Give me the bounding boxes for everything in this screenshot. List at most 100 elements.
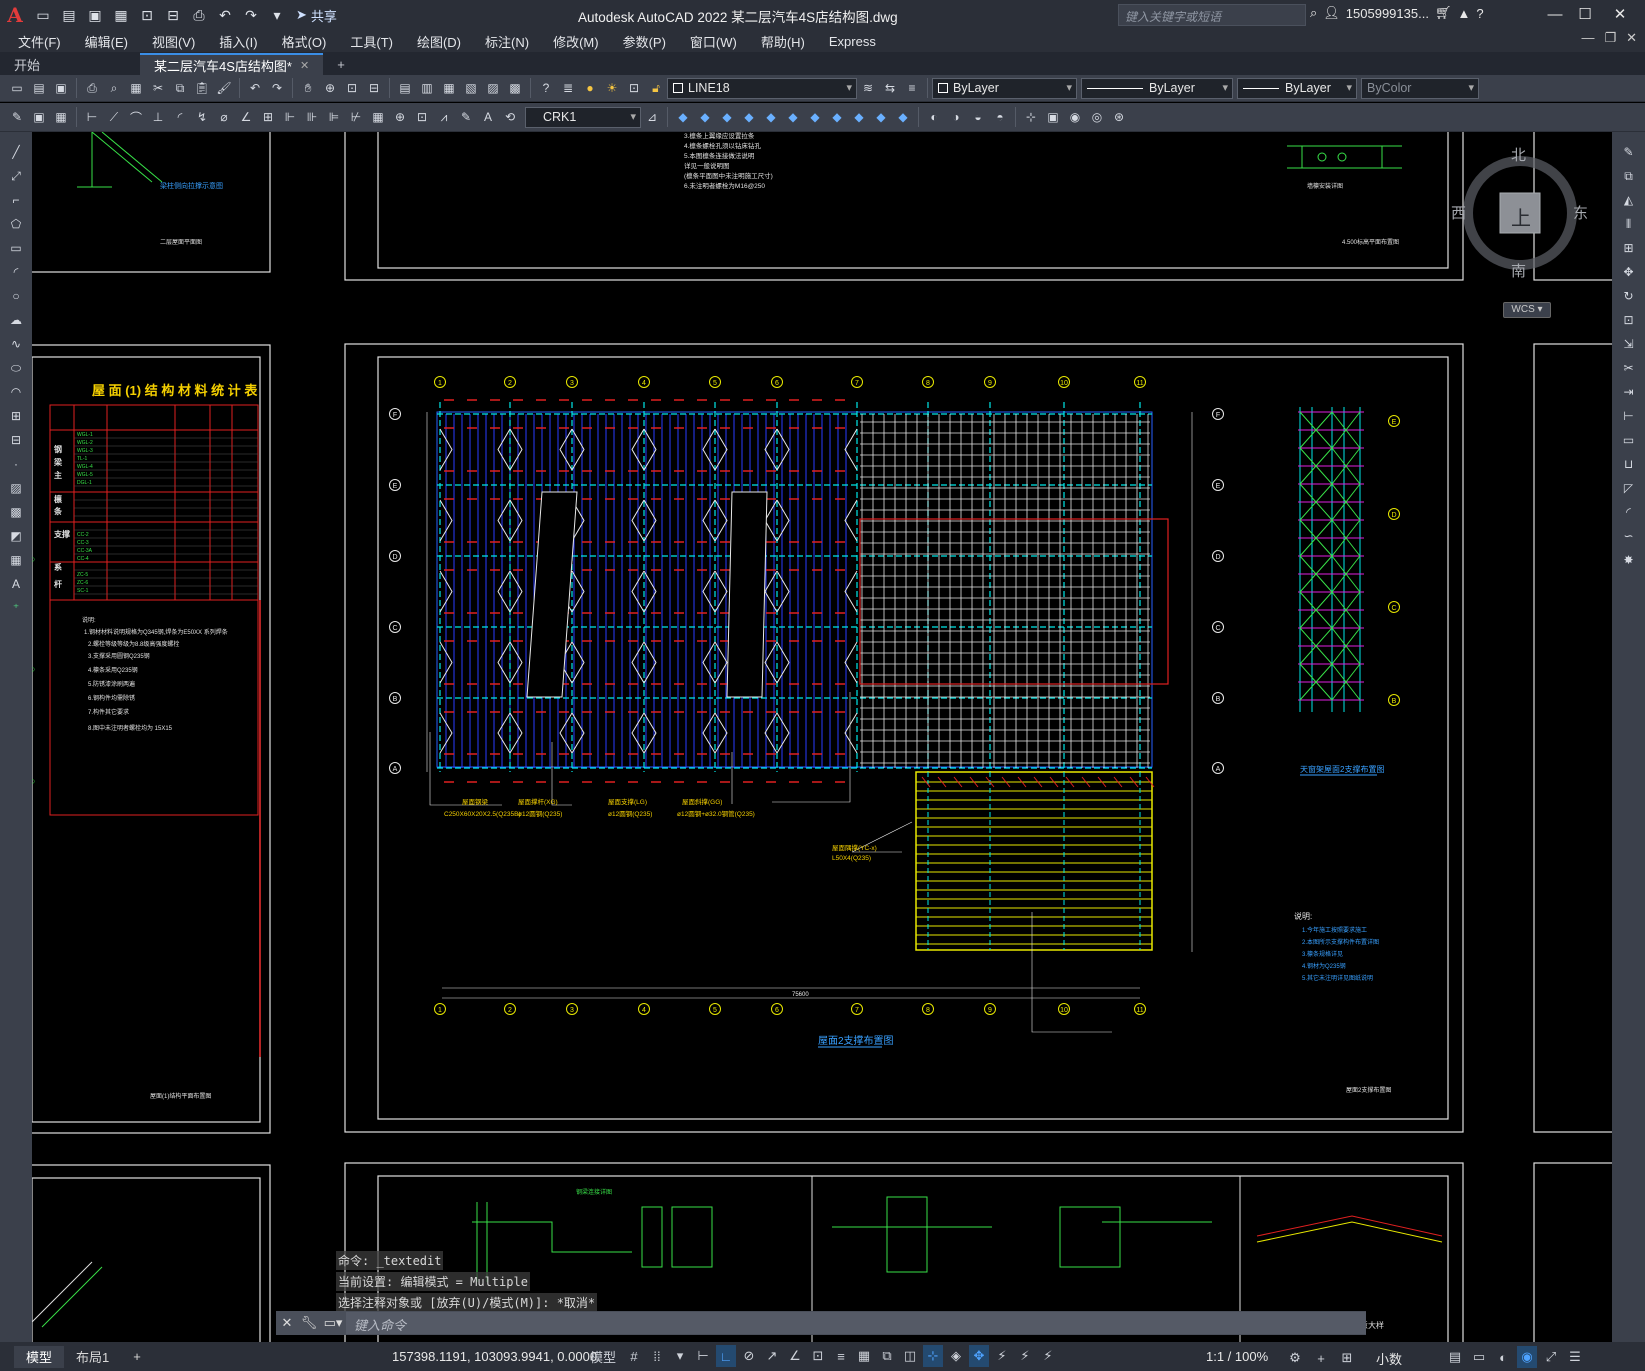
cut-icon[interactable]: ✂ [148, 78, 168, 98]
customize-qat-icon[interactable]: ▾ [266, 4, 288, 26]
menu-modify[interactable]: 修改(M) [553, 32, 599, 51]
revolve-icon[interactable]: ◆ [761, 107, 781, 127]
block-icon[interactable]: ▣ [29, 107, 49, 127]
edit-icon[interactable]: ✎ [7, 107, 27, 127]
fillet-icon[interactable]: ◜ [1619, 502, 1639, 522]
break-point-icon[interactable]: ⊢ [1619, 406, 1639, 426]
selection-filter-icon[interactable]: ◈ [946, 1345, 966, 1367]
close-icon[interactable]: ✕ [1605, 3, 1635, 27]
doc-close-icon[interactable]: ✕ [1626, 30, 1637, 46]
tool-palettes-icon[interactable]: ▦ [439, 78, 459, 98]
offset-icon[interactable]: ⫴ [1619, 214, 1639, 234]
menu-help[interactable]: 帮助(H) [761, 32, 805, 51]
make-current-icon[interactable]: ≋ [858, 78, 878, 98]
polygon-icon[interactable]: ⬠ [6, 214, 26, 234]
hatch-icon[interactable]: ▨ [6, 478, 26, 498]
menu-edit[interactable]: 编辑(E) [85, 32, 128, 51]
3d-osnap-icon[interactable]: ◫ [900, 1345, 920, 1367]
tab-close-icon[interactable]: ✕ [300, 59, 309, 72]
inspection-icon[interactable]: ⊡ [412, 107, 432, 127]
markup-icon[interactable]: ▨ [483, 78, 503, 98]
layer-walk-icon[interactable]: ▦ [51, 107, 71, 127]
menu-parameters[interactable]: 参数(P) [623, 32, 666, 51]
viewcube-top-face[interactable]: 上 [1511, 202, 1531, 231]
user-account[interactable]: ⌕ 👤︎ 1505999135... 🛒︎ ▲ ? [1310, 5, 1484, 21]
dim-text-edit-icon[interactable]: A [478, 107, 498, 127]
snap-icon[interactable]: ⁞⁞ [647, 1345, 667, 1367]
menu-tools[interactable]: 工具(T) [350, 32, 393, 51]
dim-edit-icon[interactable]: ✎ [456, 107, 476, 127]
match-prop-icon[interactable]: 🖌︎ [214, 78, 234, 98]
dim-baseline-icon[interactable]: ⊩ [280, 107, 300, 127]
customize-status-icon[interactable]: ☰ [1565, 1346, 1585, 1368]
paste-icon[interactable]: 📋︎ [192, 78, 212, 98]
layer-lock-icon[interactable]: 🔓︎ [646, 78, 666, 98]
lock-ui-icon[interactable]: ▭ [1469, 1346, 1489, 1368]
dim-ordinate-icon[interactable]: ⊥ [148, 107, 168, 127]
minimize-icon[interactable]: — [1540, 3, 1570, 27]
table-icon[interactable]: ▦ [6, 550, 26, 570]
trim-icon[interactable]: ✂ [1619, 358, 1639, 378]
color-select[interactable]: ByLayer [932, 77, 1077, 99]
make-block-icon[interactable]: ⊟ [6, 430, 26, 450]
doc-restore-icon[interactable]: ❐ [1604, 30, 1616, 46]
lineweight-select[interactable]: ByLayer [1237, 77, 1357, 99]
jogged-linear-icon[interactable]: ⩘ [434, 107, 454, 127]
gizmo-icon[interactable]: ✥ [969, 1345, 989, 1367]
zoom-realtime-icon[interactable]: ⊕ [320, 78, 340, 98]
view-icon[interactable]: ▣ [1043, 107, 1063, 127]
construction-line-icon[interactable]: ⤢ [6, 166, 26, 186]
annotation-visibility-icon[interactable]: ⚡︎ [992, 1345, 1012, 1367]
plot-icon[interactable]: ⎙ [82, 78, 102, 98]
mirror-icon[interactable]: ◭ [1619, 190, 1639, 210]
tolerance-icon[interactable]: ▦ [368, 107, 388, 127]
array-icon[interactable]: ⊞ [1619, 238, 1639, 258]
zoom-window-icon[interactable]: ⊡ [342, 78, 362, 98]
wedge-icon[interactable]: ◆ [717, 107, 737, 127]
maximize-icon[interactable]: ☐ [1570, 3, 1600, 27]
dim-break-icon[interactable]: ⊬ [346, 107, 366, 127]
rectangle-icon[interactable]: ▭ [6, 238, 26, 258]
dim-angular-icon[interactable]: ∠ [236, 107, 256, 127]
clean-screen-icon[interactable]: ⤢ [1541, 1346, 1561, 1368]
ellipse-arc-icon[interactable]: ◠ [6, 382, 26, 402]
ellipse-icon[interactable]: ⬭ [6, 358, 26, 378]
dim-space-icon[interactable]: ⊫ [324, 107, 344, 127]
materials-icon[interactable]: ◓ [990, 107, 1010, 127]
gradient-icon[interactable]: ▩ [6, 502, 26, 522]
search-icon[interactable]: ⌕ [1310, 5, 1317, 21]
union-icon[interactable]: ◆ [783, 107, 803, 127]
hardware-accel-icon[interactable]: ◉ [1517, 1346, 1537, 1368]
preview-icon[interactable]: ⌕ [104, 78, 124, 98]
camera-icon[interactable]: ◎ [1087, 107, 1107, 127]
intersect-icon[interactable]: ◆ [827, 107, 847, 127]
render-icon[interactable]: ◒ [968, 107, 988, 127]
isodraft-icon[interactable]: ↗ [762, 1345, 782, 1367]
new-tab-button[interactable]: + [323, 53, 359, 75]
line-icon[interactable]: ╱ [6, 142, 26, 162]
annotation-monitor-icon[interactable]: + [1311, 1347, 1331, 1369]
undo-icon[interactable]: ↶ [245, 78, 265, 98]
auto-scale-icon[interactable]: ⚡︎ [1015, 1345, 1035, 1367]
publish-icon[interactable]: ▦ [126, 78, 146, 98]
center-mark-icon[interactable]: ⊕ [390, 107, 410, 127]
multiline-text-icon[interactable]: A [6, 574, 26, 594]
object-snap-icon[interactable]: ⊡ [808, 1345, 828, 1367]
workspace-gear-icon[interactable]: ⚙ [1285, 1347, 1305, 1369]
copy-icon[interactable]: ⧉ [170, 78, 190, 98]
menu-format[interactable]: 格式(O) [282, 32, 327, 51]
compass-north[interactable]: 北 [1511, 144, 1526, 165]
box-icon[interactable]: ◆ [673, 107, 693, 127]
dim-update-icon[interactable]: ⟲ [500, 107, 520, 127]
zoom-previous-icon[interactable]: ⊟ [364, 78, 384, 98]
cursor-coordinates[interactable]: 157398.1191, 103093.9941, 0.0000 [392, 1349, 597, 1364]
explode-icon[interactable]: ✸ [1619, 550, 1639, 570]
scale-icon[interactable]: ⊡ [1619, 310, 1639, 330]
linetype-select[interactable]: ByLayer [1081, 77, 1233, 99]
selection-cycling-icon[interactable]: ⧉ [877, 1345, 897, 1367]
customize-icon[interactable]: 🔧︎ [298, 1315, 320, 1331]
compass-west[interactable]: 西 [1451, 202, 1466, 223]
layer-select[interactable]: LINE18 [667, 77, 857, 99]
wcs-menu-button[interactable]: WCS ▾ [1503, 302, 1551, 318]
transparency-icon[interactable]: ▦ [854, 1345, 874, 1367]
